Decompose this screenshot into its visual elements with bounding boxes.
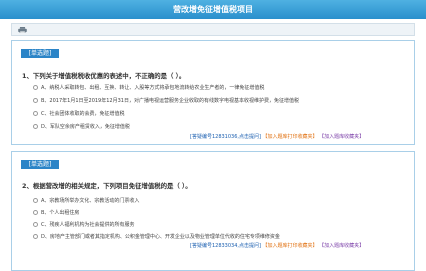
- option-d-1[interactable]: D、军队空余房产租赁收入，免征增值税: [33, 123, 130, 130]
- radio-icon[interactable]: [33, 85, 38, 90]
- printer-icon[interactable]: [18, 27, 27, 33]
- question-title-2: 2、根据营改增的相关规定，下列项目免征增值税的是（ ）。: [22, 182, 192, 190]
- option-b-1[interactable]: B、2017年1月1日至2019年12月31日，对广播电视运营服务企业收取的有线…: [33, 97, 299, 104]
- question-links-1: [答疑编号12831036,点击提问] 【加入题库打印收藏夹】 【加入题库收藏夹…: [190, 133, 364, 140]
- radio-icon[interactable]: [33, 210, 38, 215]
- option-a-2[interactable]: A、宗教场所举办文化、宗教活动的门票收入: [33, 197, 139, 204]
- add-favorites-link[interactable]: 【加入题库收藏夹】: [319, 243, 364, 249]
- radio-icon[interactable]: [33, 111, 38, 116]
- toolbar: [11, 23, 415, 36]
- option-d-2[interactable]: D、房地产主管部门或者其指定机构、公积金管理中心、开发企业以及物业管理单位代收的…: [33, 233, 280, 240]
- ask-question-link[interactable]: [答疑编号12831036,点击提问]: [190, 134, 261, 140]
- radio-icon[interactable]: [33, 124, 38, 129]
- option-a-1[interactable]: A、纳税人采取转包、出租、互换、转让、入股等方式将承包地流转给农业生产者的，一律…: [33, 84, 264, 91]
- radio-icon[interactable]: [33, 234, 38, 239]
- option-b-2[interactable]: B、个人出租住房: [33, 209, 79, 216]
- radio-icon[interactable]: [33, 222, 38, 227]
- question-type-tag: [单选题]: [21, 160, 59, 169]
- option-c-1[interactable]: C、社会团体收取的会费，免征增值税: [33, 110, 125, 117]
- radio-icon[interactable]: [33, 98, 38, 103]
- question-links-2: [答疑编号12833034,点击提问] 【加入题库打印收藏夹】 【加入题库收藏夹…: [190, 242, 364, 249]
- add-favorites-link[interactable]: 【加入题库收藏夹】: [319, 134, 364, 140]
- page-title: 营改增免征增值税项目: [173, 5, 253, 14]
- option-c-2[interactable]: C、残疾人福利机构为社会提供的所有服务: [33, 221, 135, 228]
- add-print-favorites-link[interactable]: 【加入题库打印收藏夹】: [263, 243, 318, 249]
- radio-icon[interactable]: [33, 198, 38, 203]
- question-type-tag: [单选题]: [21, 49, 59, 58]
- question-title-1: 1、下列关于增值税税收优惠的表述中，不正确的是（ ）。: [22, 72, 186, 80]
- add-print-favorites-link[interactable]: 【加入题库打印收藏夹】: [263, 134, 318, 140]
- ask-question-link[interactable]: [答疑编号12833034,点击提问]: [190, 243, 261, 249]
